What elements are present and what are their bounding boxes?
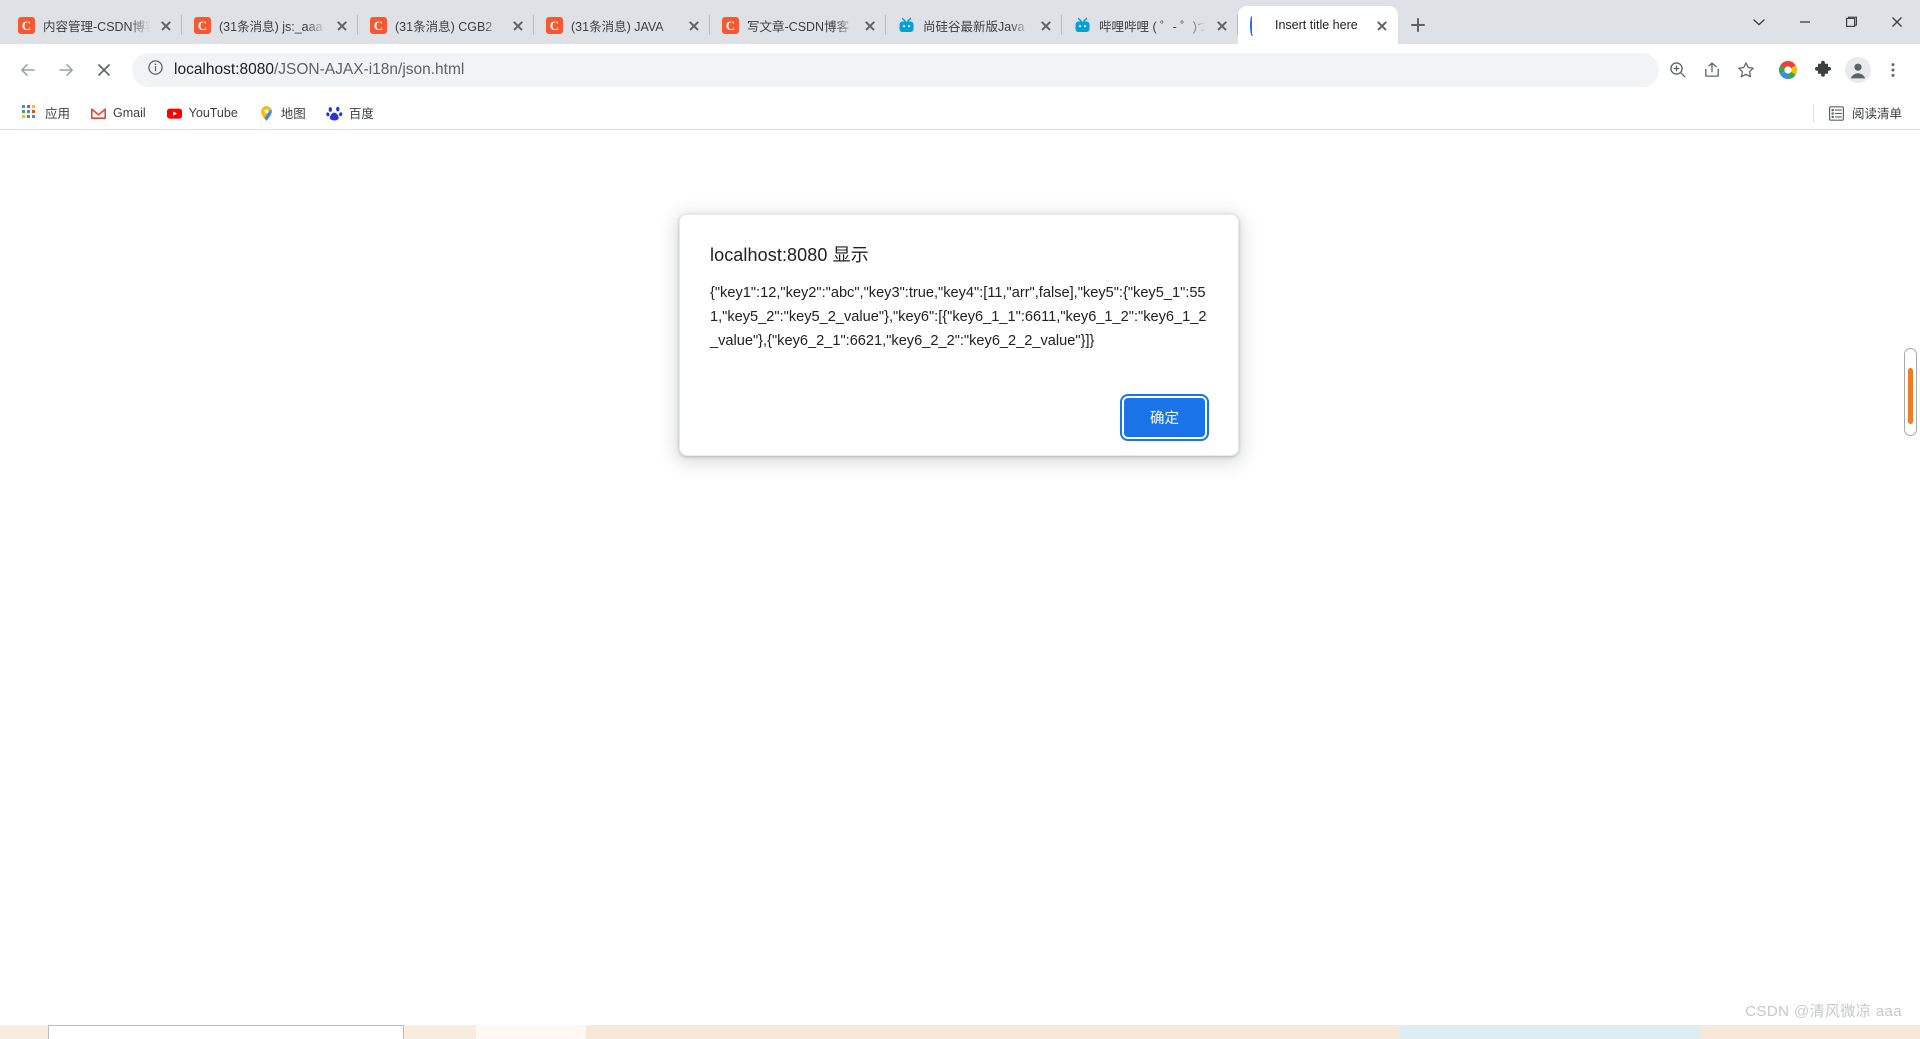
tab-close-icon[interactable] xyxy=(1038,17,1054,33)
toolbar-right-icons xyxy=(1771,53,1910,87)
bookmark-label: Gmail xyxy=(113,105,146,120)
window-controls xyxy=(1736,0,1920,44)
dialog-actions: 确定 xyxy=(710,397,1208,437)
tab-close-icon[interactable] xyxy=(1214,17,1230,33)
bookmark-maps[interactable]: 地图 xyxy=(250,99,314,126)
browser-tab[interactable]: C 写文章-CSDN博客 xyxy=(710,6,886,44)
dialog-title: localhost:8080 显示 xyxy=(710,245,869,265)
baidu-icon xyxy=(326,105,343,121)
tab-close-icon[interactable] xyxy=(510,17,526,33)
browser-tab[interactable]: 哔哩哔哩 ( ゜- ゜)つ xyxy=(1062,6,1238,44)
address-bar[interactable]: localhost:8080/JSON-AJAX-i18n/json.html xyxy=(132,53,1659,87)
tab-close-icon[interactable] xyxy=(686,17,702,33)
close-icon[interactable] xyxy=(1874,0,1920,44)
new-tab-button[interactable] xyxy=(1404,11,1432,39)
minimize-icon[interactable] xyxy=(1782,0,1828,44)
bookmark-gmail[interactable]: Gmail xyxy=(82,101,154,125)
forward-button[interactable] xyxy=(48,52,84,88)
bookmark-star-icon[interactable] xyxy=(1729,53,1763,87)
tab-close-icon[interactable] xyxy=(334,17,350,33)
bookmark-baidu[interactable]: 百度 xyxy=(318,99,382,126)
site-info-icon[interactable] xyxy=(147,59,164,81)
tab-title: 写文章-CSDN博客 xyxy=(747,19,850,34)
maximize-icon[interactable] xyxy=(1828,0,1874,44)
tab-title: Insert title here xyxy=(1275,18,1358,32)
share-icon[interactable] xyxy=(1695,53,1729,87)
tab-title: 哔哩哔哩 ( ゜- ゜)つ xyxy=(1099,19,1206,34)
bookmark-apps[interactable]: 应用 xyxy=(14,99,78,126)
zoom-in-icon[interactable] xyxy=(1661,53,1695,87)
csdn-icon: C xyxy=(546,16,563,34)
csdn-icon: C xyxy=(18,16,35,34)
stop-loading-button[interactable] xyxy=(86,52,122,88)
tab-title: (31条消息) js:_aaa xyxy=(219,19,323,34)
gmail-icon xyxy=(90,105,107,121)
tab-title: (31条消息) CGB2 xyxy=(395,19,493,34)
csdn-watermark: CSDN @清风微凉 aaa xyxy=(1745,1003,1902,1020)
reading-list-icon xyxy=(1828,105,1844,121)
reading-list-button[interactable]: 阅读清单 xyxy=(1812,103,1906,122)
scrollbar-thumb[interactable] xyxy=(1908,368,1913,424)
maps-pin-icon xyxy=(258,105,274,121)
bookmark-label: 应用 xyxy=(45,107,71,121)
bookmark-label: 地图 xyxy=(280,107,306,121)
omnibox-actions xyxy=(1661,53,1763,87)
tab-title: 内容管理-CSDN博客 xyxy=(43,19,150,34)
bookmarks-bar: 应用 Gmail YouTube 地图 百度 阅读清单 xyxy=(0,96,1920,130)
extensions-puzzle-icon[interactable] xyxy=(1806,53,1840,87)
tab-close-icon[interactable] xyxy=(862,17,878,33)
csdn-icon: C xyxy=(194,16,211,34)
apps-grid-icon xyxy=(22,104,38,121)
csdn-icon: C xyxy=(722,16,739,34)
tab-title: 尚硅谷最新版Java xyxy=(923,19,1025,34)
profile-avatar-icon[interactable] xyxy=(1841,53,1875,87)
page-scrollbar[interactable] xyxy=(1904,348,1917,436)
url-text: localhost:8080/JSON-AJAX-i18n/json.html xyxy=(174,61,465,78)
desktop-bottom-strip xyxy=(0,1025,1920,1039)
browser-tab[interactable]: C (31条消息) js:_aaa xyxy=(182,6,358,44)
browser-tab[interactable]: C 内容管理-CSDN博客 xyxy=(6,6,182,44)
browser-tab[interactable]: C (31条消息) JAVA xyxy=(534,6,710,44)
loading-spinner-icon xyxy=(1250,14,1267,36)
background-window-edge xyxy=(48,1025,404,1039)
bookmark-label: 百度 xyxy=(348,107,374,121)
bookmark-label: YouTube xyxy=(188,105,238,120)
browser-tab[interactable]: 尚硅谷最新版Java xyxy=(886,6,1062,44)
reading-list-label: 阅读清单 xyxy=(1851,107,1902,121)
browser-tab[interactable]: C (31条消息) CGB2 xyxy=(358,6,534,44)
dialog-message: {"key1":12,"key2":"abc","key3":true,"key… xyxy=(710,285,1207,350)
javascript-alert-dialog: localhost:8080 显示 {"key1":12,"key2":"abc… xyxy=(679,214,1239,456)
bilibili-icon xyxy=(1074,17,1091,34)
browser-tab-active[interactable]: Insert title here xyxy=(1238,6,1398,44)
tab-close-icon[interactable] xyxy=(158,17,174,33)
back-button[interactable] xyxy=(10,52,46,88)
tab-strip: C 内容管理-CSDN博客 C (31条消息) js:_aaa C (31条消息… xyxy=(0,0,1920,44)
page-viewport: localhost:8080 显示 {"key1":12,"key2":"abc… xyxy=(0,130,1920,1039)
bookmark-youtube[interactable]: YouTube xyxy=(158,101,246,125)
csdn-icon: C xyxy=(370,16,387,34)
browser-toolbar: localhost:8080/JSON-AJAX-i18n/json.html xyxy=(0,44,1920,96)
bilibili-icon xyxy=(898,17,915,34)
tab-close-icon[interactable] xyxy=(1374,17,1390,33)
youtube-icon xyxy=(166,105,182,121)
tab-title: (31条消息) JAVA xyxy=(571,19,664,34)
chevron-down-icon[interactable] xyxy=(1736,0,1782,44)
more-menu-icon[interactable] xyxy=(1876,53,1910,87)
google-circle-icon[interactable] xyxy=(1771,53,1805,87)
dialog-ok-button[interactable]: 确定 xyxy=(1124,397,1205,437)
